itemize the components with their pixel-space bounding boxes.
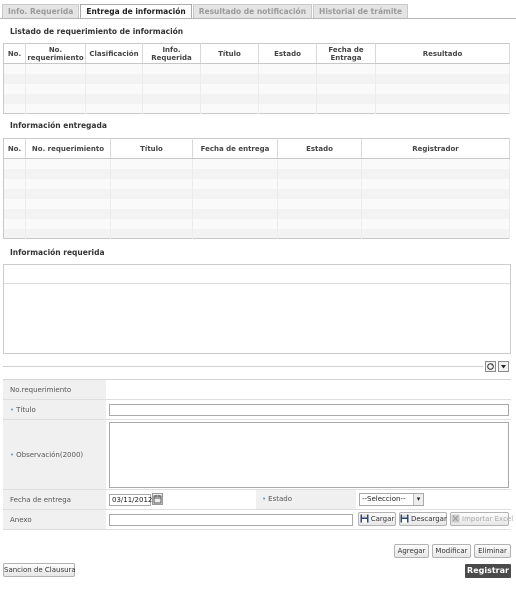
anexo-input[interactable] (109, 514, 353, 526)
column-header[interactable]: No. requerimiento (25, 43, 86, 64)
required-marker-icon: • (262, 495, 267, 503)
observacion-label: • Observación(2000) (3, 420, 106, 489)
no-requerimiento-label: No.requerimiento (3, 380, 106, 399)
table-row[interactable] (3, 63, 510, 74)
sancion-clausura-button[interactable]: Sancion de Clausura (3, 563, 76, 577)
excel-icon (451, 514, 460, 523)
requirements-table: No. No. requerimiento Clasificación Info… (3, 43, 510, 114)
section-title-entregada: Información entregada (10, 121, 107, 130)
fecha-input[interactable]: 03/11/2012 (109, 494, 152, 506)
splitter-line (3, 366, 483, 367)
table-row[interactable] (3, 103, 510, 114)
column-header[interactable]: Título (110, 138, 193, 159)
dropdown-arrow-icon: ▾ (413, 494, 423, 505)
save-icon (400, 514, 409, 523)
table-row[interactable] (3, 168, 510, 179)
column-header[interactable]: No. requerimiento (25, 138, 111, 159)
tab-divider (0, 18, 516, 19)
estado-label: • Estado (256, 490, 356, 509)
required-marker-icon: • (10, 405, 15, 414)
table-row[interactable] (3, 93, 510, 104)
form-row-titulo: • Título (3, 400, 511, 420)
refresh-icon[interactable] (485, 361, 496, 372)
panel-header-divider (4, 283, 510, 284)
tab-entrega-informacion[interactable]: Entrega de información (80, 4, 192, 19)
column-header[interactable]: Registrador (361, 138, 510, 159)
tab-bar: Info. Requerida Entrega de información R… (2, 4, 409, 19)
save-icon (360, 514, 369, 523)
calendar-icon[interactable] (152, 493, 163, 505)
column-header[interactable]: Estado (277, 138, 362, 159)
table-row[interactable] (3, 73, 510, 84)
form-row-observacion: • Observación(2000) (3, 420, 511, 490)
anexo-label: Anexo (3, 510, 106, 529)
column-header[interactable]: Clasificación (85, 43, 143, 64)
cargar-button[interactable]: Cargar (358, 512, 396, 526)
table-row[interactable] (3, 188, 510, 199)
titulo-label: • Título (3, 400, 106, 419)
section-title-listado: Listado de requerimiento de información (10, 27, 184, 36)
required-marker-icon: • (10, 450, 15, 459)
titulo-input[interactable] (109, 404, 509, 416)
tab-info-requerida[interactable]: Info. Requerida (2, 4, 80, 19)
table-row[interactable] (3, 83, 510, 94)
agregar-button[interactable]: Agregar (394, 544, 429, 558)
tab-resultado-notificacion[interactable]: Resultado de notificación (192, 4, 313, 19)
eliminar-button[interactable]: Eliminar (474, 544, 511, 558)
table-row[interactable] (3, 178, 510, 189)
delivery-form: No.requerimiento • Título • Observación(20… (3, 379, 511, 530)
modificar-button[interactable]: Modificar (432, 544, 471, 558)
required-info-panel (3, 264, 511, 354)
importar-excel-button[interactable]: Importar Excel (450, 512, 513, 526)
form-row-no-requerimiento: No.requerimiento (3, 380, 511, 400)
observacion-textarea[interactable] (109, 422, 509, 488)
table-row[interactable] (3, 218, 510, 229)
tab-historial-tramite[interactable]: Historial de trámite (313, 4, 409, 19)
delivered-table: No. No. requerimiento Título Fecha de en… (3, 138, 510, 239)
registrar-button[interactable]: Registrar (465, 564, 511, 578)
table-row[interactable] (3, 228, 510, 239)
column-header[interactable]: Fecha de Entraga (316, 43, 376, 64)
chevron-down-icon[interactable] (498, 361, 509, 372)
column-header[interactable]: No. (3, 138, 26, 159)
table-row[interactable] (3, 208, 510, 219)
column-header[interactable]: No. (3, 43, 26, 64)
section-title-requerida: Información requerida (10, 248, 105, 257)
column-header[interactable]: Estado (258, 43, 317, 64)
column-header[interactable]: Fecha de entrega (192, 138, 278, 159)
estado-select[interactable]: --Seleccion-- ▾ (359, 493, 424, 506)
descargar-button[interactable]: Descargar (399, 512, 447, 526)
table-row[interactable] (3, 198, 510, 209)
table-row[interactable] (3, 158, 510, 169)
column-header[interactable]: Título (200, 43, 259, 64)
column-header[interactable]: Info. Requerida (142, 43, 201, 64)
column-header[interactable]: Resultado (375, 43, 510, 64)
fecha-label: Fecha de entrega (3, 490, 106, 509)
form-row-fecha-estado: Fecha de entrega 03/11/2012 • Estado --Se… (3, 490, 511, 510)
estado-selected-value: --Seleccion-- (362, 495, 406, 503)
